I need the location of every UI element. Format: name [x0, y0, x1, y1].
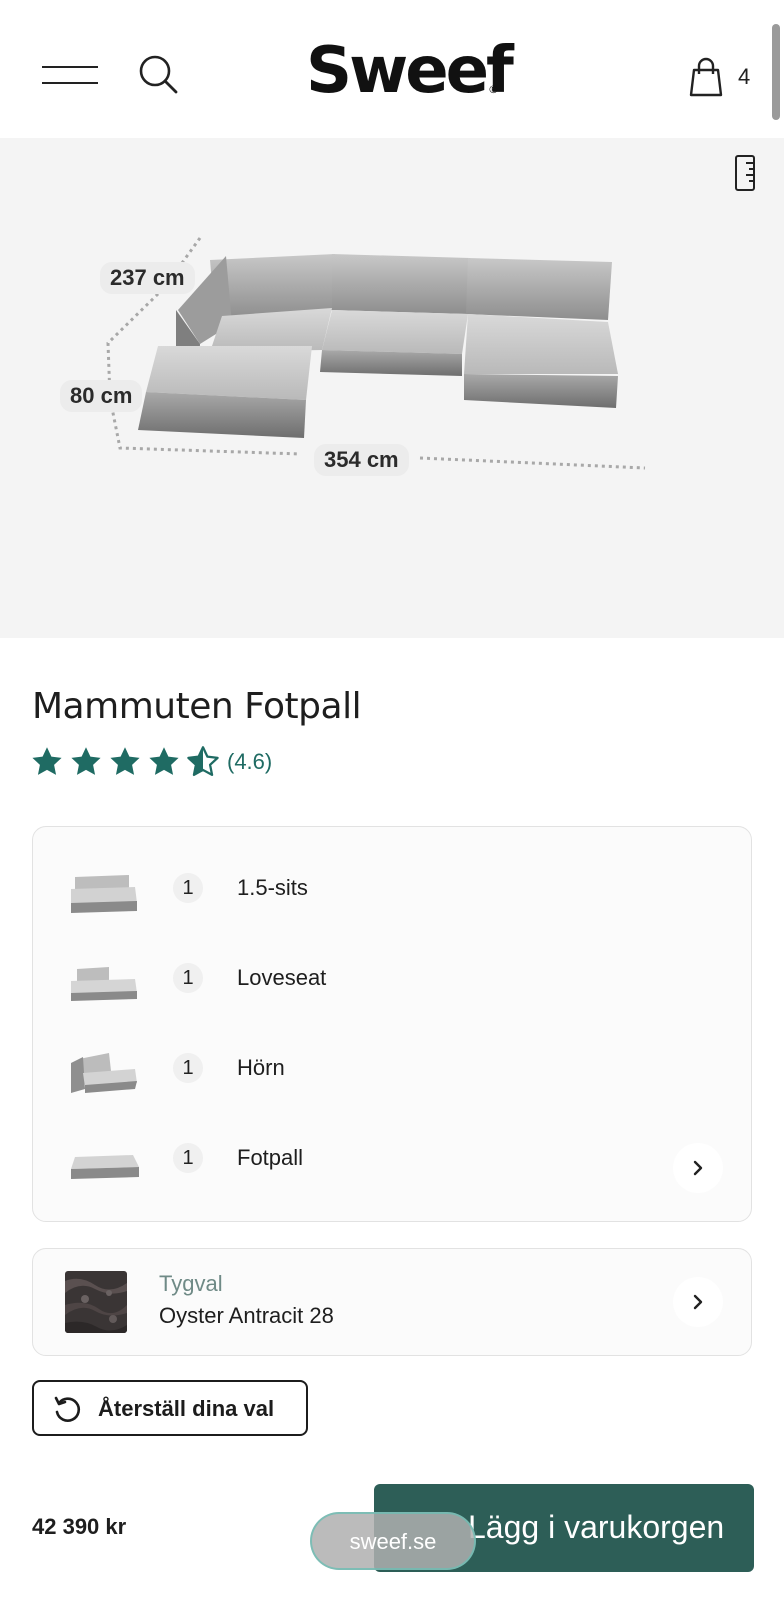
header: Sweef ® 4 — [0, 0, 784, 138]
star-icon — [110, 747, 140, 775]
width-dimension-label: 354 cm — [314, 444, 409, 476]
product-title: Mammuten Fotpall — [32, 686, 362, 727]
module-quantity: 1 — [173, 1143, 203, 1173]
price: 42 390 kr — [32, 1514, 127, 1539]
shopping-bag-icon[interactable] — [688, 56, 724, 98]
module-quantity: 1 — [173, 1053, 203, 1083]
menu-icon[interactable] — [42, 64, 98, 88]
search-icon[interactable] — [138, 54, 180, 96]
module-row[interactable]: 1 Fotpall — [33, 1123, 753, 1213]
reset-selections-button[interactable]: Återställ dina val — [32, 1380, 308, 1436]
browser-url: sweef.se — [349, 1529, 437, 1554]
cart-count[interactable]: 4 — [738, 64, 750, 90]
star-icon — [149, 747, 179, 775]
module-name: Loveseat — [237, 965, 327, 990]
reset-icon — [54, 1396, 81, 1422]
browser-url-pill[interactable]: sweef.se — [310, 1512, 476, 1570]
module-loveseat-thumbnail — [71, 967, 137, 1001]
module-name: 1.5-sits — [237, 875, 308, 900]
rating-score: (4.6) — [227, 749, 273, 774]
depth-dimension-label: 237 cm — [100, 262, 195, 294]
module-row[interactable]: 1 1.5-sits — [33, 853, 753, 943]
registered-mark: ® — [488, 83, 499, 96]
rating[interactable]: (4.6) — [30, 744, 272, 780]
chevron-right-icon — [693, 1160, 703, 1176]
module-name: Fotpall — [237, 1145, 304, 1170]
modules-card[interactable]: 1 1.5-sits 1 Loveseat 1 Hörn 1 Fotpall — [32, 826, 752, 1222]
module-quantity: 1 — [173, 873, 203, 903]
fabric-open-button[interactable] — [673, 1277, 723, 1327]
scrollbar[interactable] — [772, 24, 780, 120]
star-icon — [32, 747, 62, 775]
module-name: Hörn — [237, 1055, 285, 1080]
module-ottoman-thumbnail — [71, 1155, 139, 1179]
fabric-swatch — [65, 1271, 127, 1333]
module-row[interactable]: 1 Hörn — [33, 1033, 753, 1123]
fabric-label: Tygval — [159, 1271, 223, 1296]
module-1-5-sits-thumbnail — [71, 875, 137, 913]
module-row[interactable]: 1 Loveseat — [33, 943, 753, 1033]
logo[interactable]: Sweef ® — [306, 36, 514, 106]
product-image: 237 cm 80 cm 354 cm — [0, 138, 784, 638]
module-quantity: 1 — [173, 963, 203, 993]
height-dimension-label: 80 cm — [60, 380, 143, 412]
logo-text: Sweef — [306, 34, 514, 108]
fabric-selector[interactable]: Tygval Oyster Antracit 28 — [32, 1248, 752, 1356]
add-to-cart-label: Lägg i varukorgen — [468, 1509, 725, 1545]
reset-label: Återställ dina val — [98, 1396, 275, 1421]
modules-expand-button[interactable] — [673, 1143, 723, 1193]
ruler-icon[interactable] — [734, 154, 756, 192]
chevron-right-icon — [693, 1294, 703, 1310]
half-star-icon — [187, 746, 219, 777]
module-corner-thumbnail — [71, 1053, 137, 1093]
fabric-value: Oyster Antracit 28 — [159, 1303, 334, 1328]
star-icon — [71, 747, 101, 775]
